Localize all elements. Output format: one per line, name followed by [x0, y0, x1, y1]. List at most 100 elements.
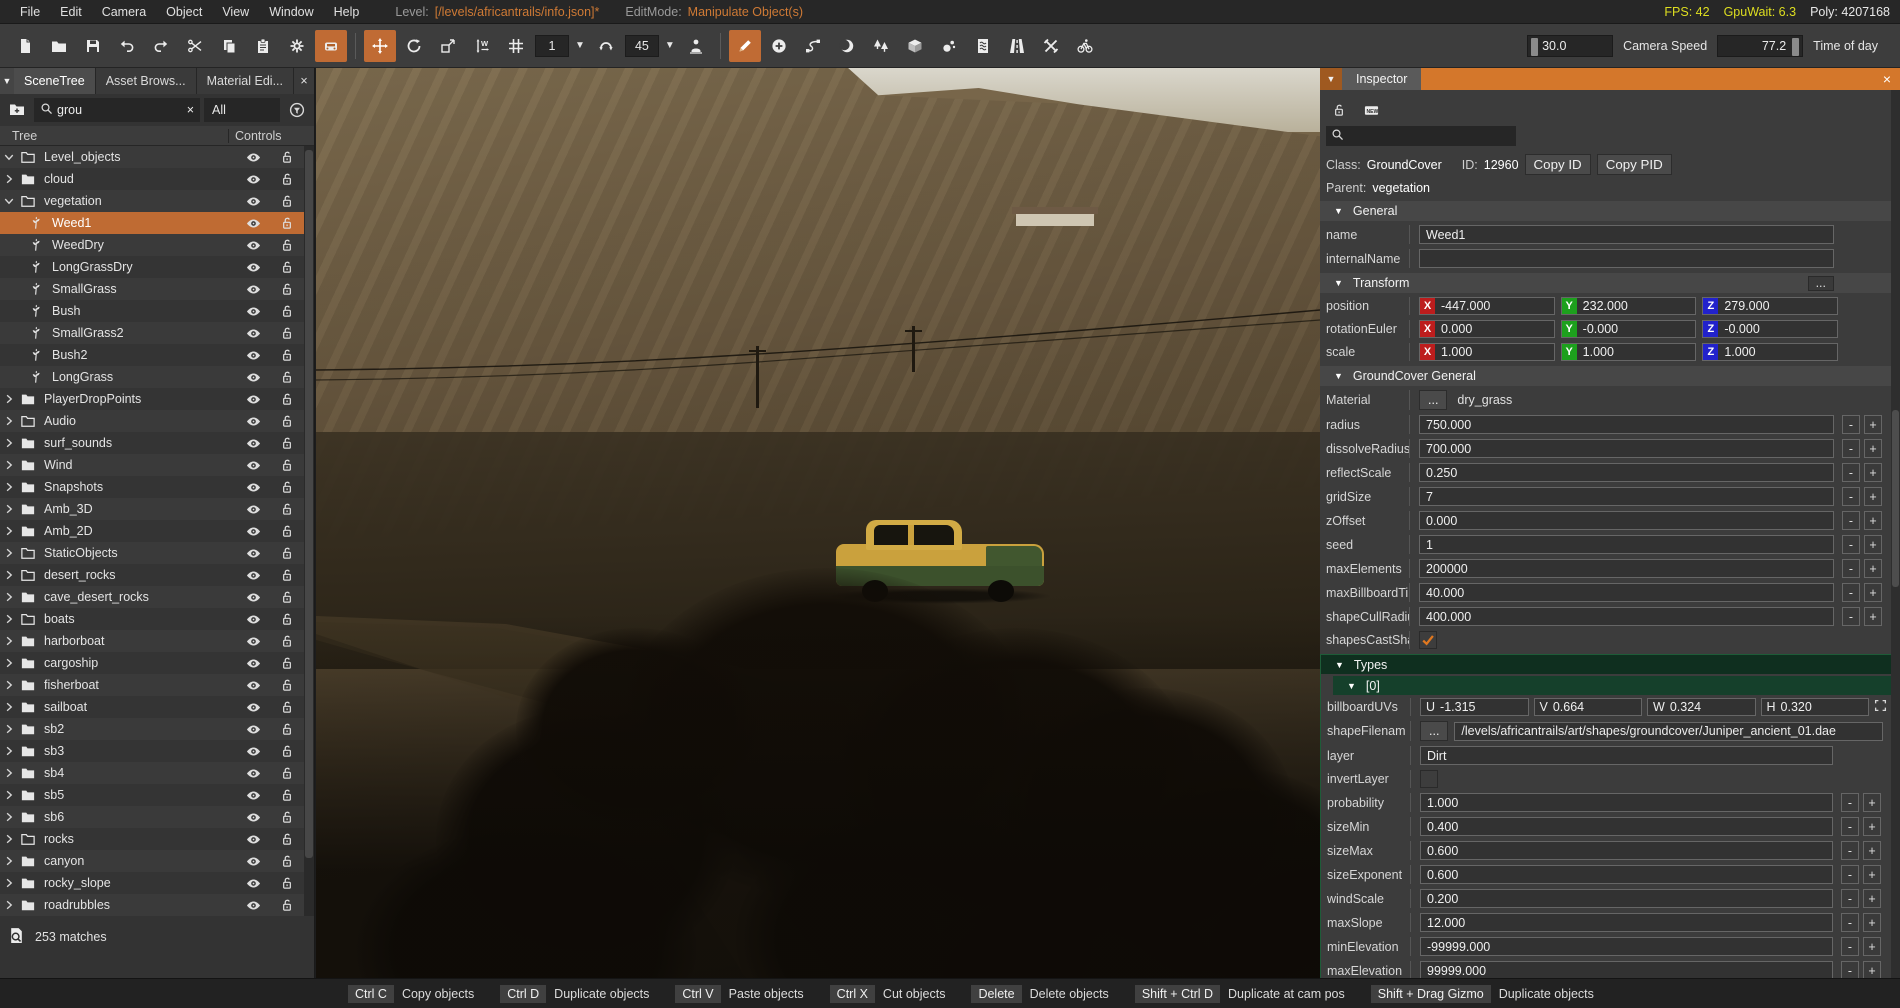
decrement-button[interactable]: -	[1842, 415, 1860, 434]
expand-icon[interactable]	[1874, 699, 1887, 715]
redo-icon[interactable]	[145, 30, 177, 62]
checkbox[interactable]	[1419, 631, 1437, 649]
uv-u-input[interactable]: U -1.315	[1420, 698, 1529, 716]
checkbox[interactable]	[1420, 770, 1438, 788]
tree-row-rocky_slope[interactable]: rocky_slope	[0, 872, 304, 894]
unlock-icon[interactable]	[270, 414, 304, 428]
visibility-eye-icon[interactable]	[236, 854, 270, 869]
visibility-eye-icon[interactable]	[236, 744, 270, 759]
chevron-right-icon[interactable]	[0, 745, 18, 757]
bike-tool-icon[interactable]	[1069, 30, 1101, 62]
menu-file[interactable]: File	[10, 3, 50, 21]
number-input[interactable]: 200000	[1419, 559, 1834, 578]
unlock-icon[interactable]	[270, 524, 304, 538]
number-input[interactable]: 0.250	[1419, 463, 1834, 482]
tree-row-fisherboat[interactable]: fisherboat	[0, 674, 304, 696]
z-input[interactable]: Z 279.000	[1702, 297, 1839, 315]
number-input[interactable]: 0.400	[1420, 817, 1833, 836]
increment-button[interactable]: +	[1864, 415, 1882, 434]
camera-person-icon[interactable]	[680, 30, 712, 62]
unlock-icon[interactable]	[270, 392, 304, 406]
file-path-input[interactable]: /levels/africantrails/art/shapes/groundc…	[1454, 721, 1883, 741]
visibility-eye-icon[interactable]	[236, 304, 270, 319]
copy-icon[interactable]	[213, 30, 245, 62]
pencil-tool-icon[interactable]	[728, 29, 761, 62]
tree-row-harborboat[interactable]: harborboat	[0, 630, 304, 652]
tree-row-playerdroppoints[interactable]: PlayerDropPoints	[0, 388, 304, 410]
time-of-day-grip[interactable]	[1792, 37, 1800, 56]
unlock-icon[interactable]	[270, 744, 304, 758]
menu-view[interactable]: View	[212, 3, 259, 21]
increment-button[interactable]: +	[1863, 841, 1881, 860]
tree-row-vegetation[interactable]: vegetation	[0, 190, 304, 212]
tree-row-longgrass[interactable]: LongGrass	[0, 366, 304, 388]
undo-icon[interactable]	[111, 30, 143, 62]
unlock-icon[interactable]	[270, 150, 304, 164]
unlock-icon[interactable]	[270, 678, 304, 692]
unlock-icon[interactable]	[270, 304, 304, 318]
visibility-eye-icon[interactable]	[236, 678, 270, 693]
decrement-button[interactable]: -	[1842, 439, 1860, 458]
unlock-icon[interactable]	[270, 876, 304, 890]
visibility-eye-icon[interactable]	[236, 238, 270, 253]
tree-row-level_objects[interactable]: Level_objects	[0, 146, 304, 168]
unlock-icon[interactable]	[270, 898, 304, 912]
decrement-button[interactable]: -	[1842, 607, 1860, 626]
chevron-right-icon[interactable]	[0, 415, 18, 427]
unlock-icon[interactable]	[270, 502, 304, 516]
chevron-right-icon[interactable]	[0, 481, 18, 493]
unlock-icon[interactable]	[270, 282, 304, 296]
unlock-icon[interactable]	[270, 546, 304, 560]
type-index-header[interactable]: ▼ [0]	[1333, 676, 1899, 695]
close-icon[interactable]: ×	[1874, 68, 1900, 90]
chevron-right-icon[interactable]	[0, 899, 18, 911]
visibility-eye-icon[interactable]	[236, 546, 270, 561]
decrement-button[interactable]: -	[1841, 889, 1859, 908]
path-tool-icon[interactable]	[797, 30, 829, 62]
chevron-right-icon[interactable]	[0, 525, 18, 537]
tree-row-surf_sounds[interactable]: surf_sounds	[0, 432, 304, 454]
unlock-icon[interactable]	[270, 480, 304, 494]
camera-speed-input[interactable]: 30.0	[1527, 34, 1614, 57]
number-input[interactable]: 400.000	[1419, 607, 1834, 626]
section-header[interactable]: ▼ Transform...	[1320, 273, 1900, 293]
add-object-icon[interactable]	[763, 30, 795, 62]
material-browse-button[interactable]: ...	[1419, 390, 1448, 410]
unlock-icon[interactable]	[270, 238, 304, 252]
cut-icon[interactable]	[179, 30, 211, 62]
number-input[interactable]: 99999.000	[1420, 961, 1833, 978]
visibility-eye-icon[interactable]	[236, 282, 270, 297]
decrement-button[interactable]: -	[1842, 463, 1860, 482]
increment-button[interactable]: +	[1864, 487, 1882, 506]
collapse-triangle-icon[interactable]: ▼	[1334, 206, 1343, 216]
snap-grid-icon[interactable]	[500, 30, 532, 62]
section-header[interactable]: ▼ GroundCover General	[1320, 366, 1900, 386]
chevron-right-icon[interactable]	[0, 877, 18, 889]
increment-button[interactable]: +	[1863, 913, 1881, 932]
increment-button[interactable]: +	[1864, 607, 1882, 626]
forest-tool-icon[interactable]	[865, 30, 897, 62]
visibility-eye-icon[interactable]	[236, 194, 270, 209]
inspector-tab[interactable]: Inspector	[1342, 68, 1422, 90]
unlock-icon[interactable]	[270, 568, 304, 582]
visibility-eye-icon[interactable]	[236, 260, 270, 275]
tree-row-audio[interactable]: Audio	[0, 410, 304, 432]
dropdown-caret-icon[interactable]: ▼	[575, 40, 585, 51]
increment-button[interactable]: +	[1864, 511, 1882, 530]
unlock-icon[interactable]	[270, 634, 304, 648]
tree-row-cave_desert_rocks[interactable]: cave_desert_rocks	[0, 586, 304, 608]
time-of-day-input[interactable]: 77.2	[1717, 34, 1804, 57]
chevron-right-icon[interactable]	[0, 657, 18, 669]
collapse-triangle-icon[interactable]: ▼	[1334, 371, 1343, 381]
collapse-triangle-icon[interactable]: ▼	[1347, 681, 1356, 691]
viewport-3d-scene[interactable]	[316, 68, 1320, 978]
tree-row-sailboat[interactable]: sailboat	[0, 696, 304, 718]
visibility-eye-icon[interactable]	[236, 326, 270, 341]
increment-button[interactable]: +	[1864, 559, 1882, 578]
tree-row-weeddry[interactable]: WeedDry	[0, 234, 304, 256]
panel-menu-icon[interactable]: ▼	[0, 68, 14, 94]
inspector-scrollbar-thumb[interactable]	[1892, 409, 1899, 588]
visibility-eye-icon[interactable]	[236, 216, 270, 231]
chevron-down-icon[interactable]	[0, 195, 18, 207]
tree-row-weed1[interactable]: Weed1	[0, 212, 304, 234]
